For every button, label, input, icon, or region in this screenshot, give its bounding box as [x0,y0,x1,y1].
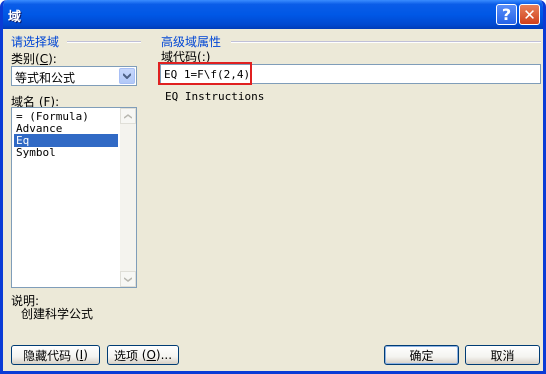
field-names-list[interactable]: = (Formula) Advance Eq Symbol [11,107,137,288]
chevron-down-icon [124,276,132,282]
category-value: 等式和公式 [15,71,76,85]
chevron-up-icon [124,113,132,119]
chevron-down-icon[interactable] [119,68,135,84]
title-bar: 域 ? ✕ [3,0,543,29]
description-text: 创建科学公式 [21,307,94,321]
field-dialog: 域 ? ✕ 请选择域 类别(C): 等式和公式 域名 (F): = (Formu… [0,0,546,374]
scroll-up-button[interactable] [120,108,136,124]
cancel-button[interactable]: 取消 [465,345,540,365]
close-button[interactable]: ✕ [519,4,540,25]
list-item[interactable]: Symbol [14,146,118,159]
instructions-text: EQ Instructions [165,90,265,103]
help-button[interactable]: ? [496,4,517,25]
list-scrollbar[interactable] [120,108,136,287]
scroll-down-button[interactable] [120,271,136,287]
hide-codes-button[interactable]: 隐藏代码 (I) [11,345,100,365]
category-label: 类别(C): [11,52,57,66]
annotation-highlight [158,62,252,85]
window-title: 域 [8,10,22,25]
ok-button[interactable]: 确定 [384,345,459,365]
category-dropdown[interactable]: 等式和公式 [11,66,137,86]
question-mark-icon: ? [501,5,512,24]
left-section-divider [67,41,141,43]
left-section-title: 请选择域 [11,35,60,49]
options-button[interactable]: 选项 (O)... [107,345,179,365]
close-icon: ✕ [523,5,536,24]
right-section-divider [231,41,541,43]
